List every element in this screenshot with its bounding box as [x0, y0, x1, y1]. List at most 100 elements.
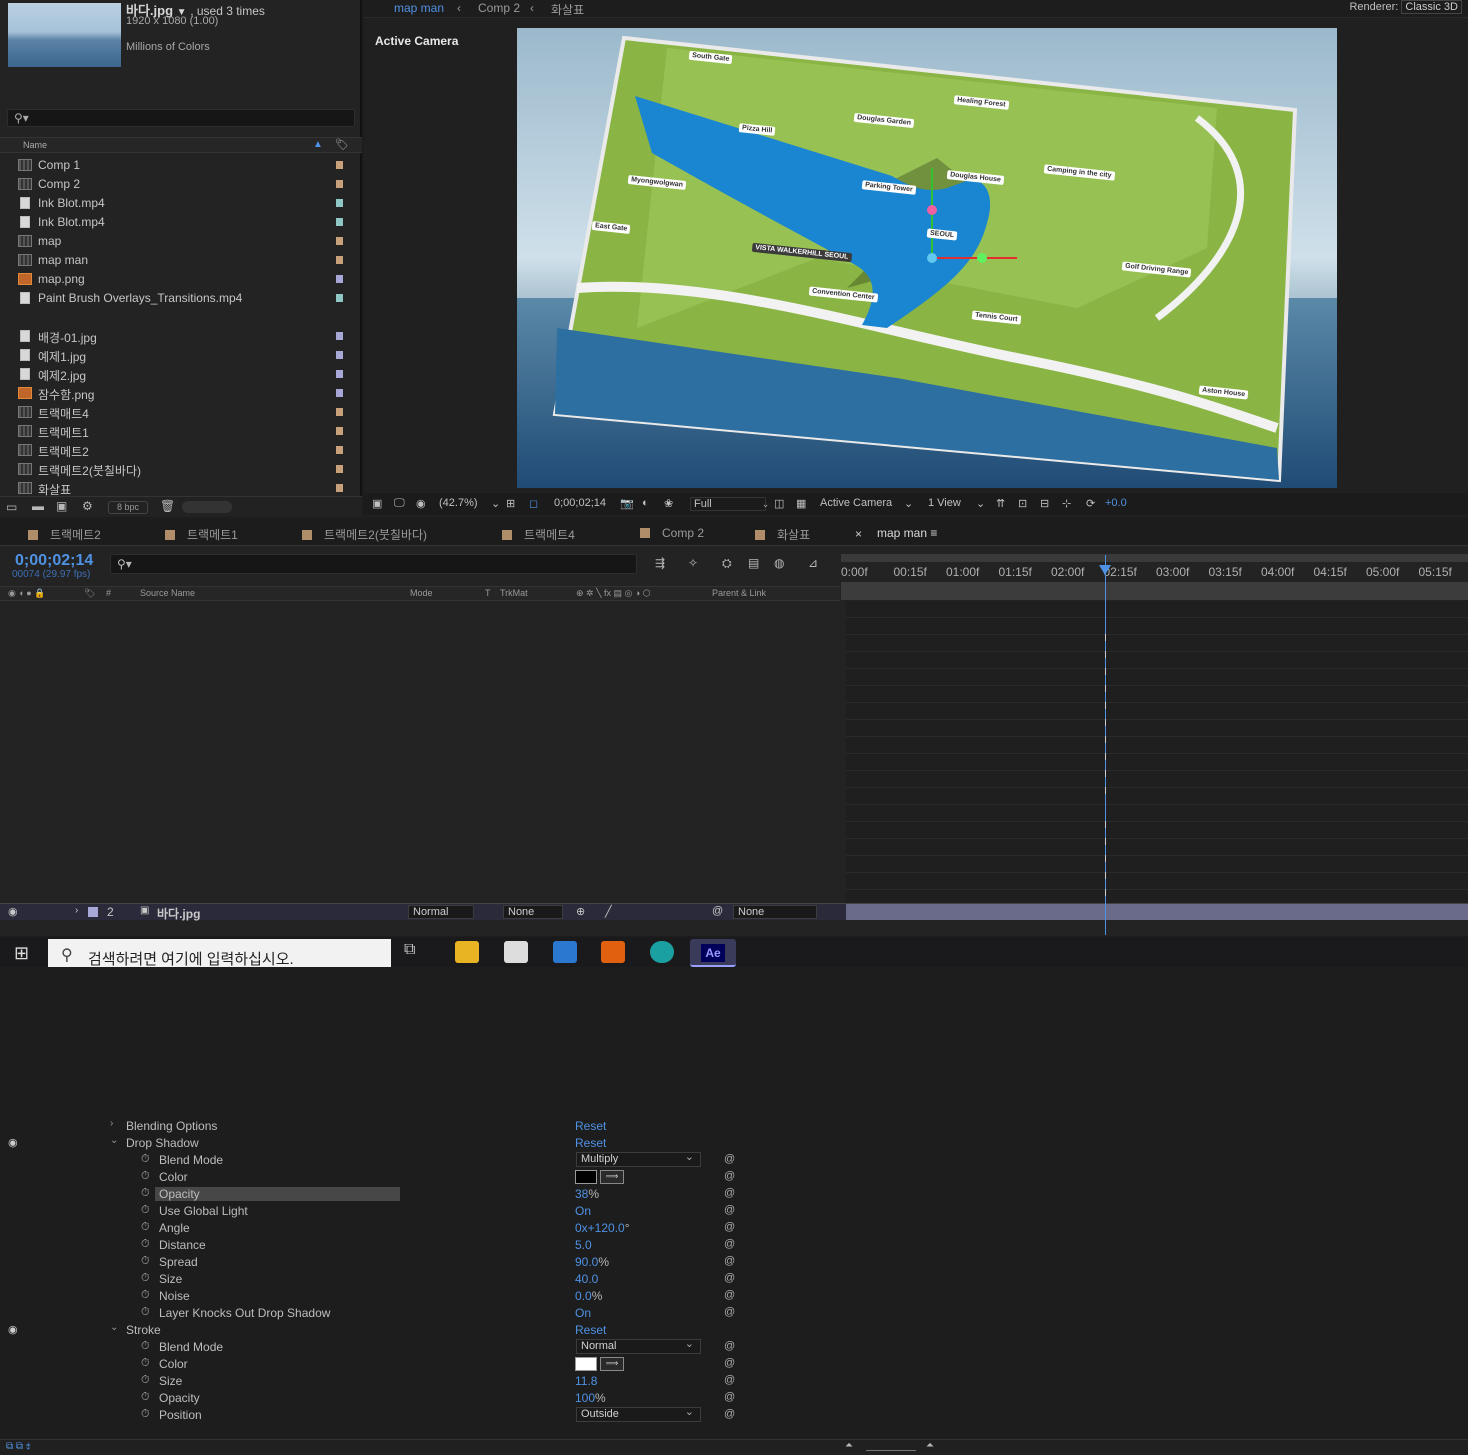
anchor-point[interactable] — [927, 253, 937, 263]
chevron-left-icon[interactable]: ‹ — [457, 1, 461, 15]
project-item[interactable]: 트랙메트1 — [0, 422, 344, 441]
project-item[interactable]: 트랙메트2 — [0, 441, 344, 460]
region-of-interest-icon[interactable]: ◫ — [774, 497, 784, 510]
edge-icon[interactable] — [650, 941, 674, 963]
property-name[interactable]: Color — [159, 1357, 188, 1371]
property-value[interactable]: 5.0 — [575, 1238, 592, 1252]
pick-whip-icon[interactable]: @ — [724, 1306, 735, 1318]
keyframe-marker[interactable]: I — [1102, 854, 1109, 865]
delete-icon[interactable]: 🗑 — [160, 499, 175, 513]
project-settings-icon[interactable]: ⚙ — [82, 499, 93, 513]
chevron-down-icon[interactable]: ⌄ — [110, 1322, 118, 1333]
property-name[interactable]: Blend Mode — [159, 1153, 223, 1167]
stopwatch-icon[interactable]: ⏱ — [141, 1153, 150, 1166]
monitor-icon[interactable]: 🖵 — [394, 497, 405, 510]
property-name[interactable]: Size — [159, 1374, 182, 1388]
shy-icon[interactable]: ⛭ — [722, 556, 732, 571]
project-item[interactable]: map.png — [0, 270, 344, 289]
label-color-swatch[interactable] — [336, 180, 343, 188]
after-effects-app[interactable]: Ae — [690, 939, 736, 967]
property-row[interactable]: ⏱ Size 40.0 @ — [0, 1271, 840, 1288]
pick-whip-icon[interactable]: @ — [724, 1272, 735, 1284]
work-area-bar[interactable] — [841, 554, 1468, 562]
bit-depth-button[interactable]: 8 bpc — [108, 501, 148, 514]
property-row[interactable]: ⏱ Distance 5.0 @ — [0, 1237, 840, 1254]
layer-label-color[interactable] — [88, 907, 98, 917]
column-name[interactable]: Name — [23, 140, 47, 150]
property-name[interactable]: Spread — [159, 1255, 198, 1269]
property-name[interactable]: Drop Shadow — [126, 1136, 199, 1150]
layer-mode-select[interactable]: Normal — [408, 905, 474, 919]
exposure-value[interactable]: +0.0 — [1105, 497, 1127, 509]
file-explorer-icon[interactable] — [455, 941, 479, 963]
timeline-search-input[interactable]: ⚲▾ — [110, 554, 637, 574]
property-row[interactable]: ⏱ Size 11.8 @ — [0, 1373, 840, 1390]
label-tag-icon[interactable]: 🏷 — [84, 588, 95, 599]
label-color-swatch[interactable] — [336, 294, 343, 302]
pick-whip-icon[interactable]: @ — [724, 1204, 735, 1216]
property-name[interactable]: Opacity — [159, 1391, 200, 1405]
label-color-swatch[interactable] — [336, 161, 343, 169]
property-value[interactable]: 0.0% — [575, 1289, 602, 1303]
pick-whip-icon[interactable]: @ — [724, 1374, 735, 1386]
project-item[interactable]: Paint Brush Overlays_Transitions.mp4 — [0, 289, 344, 308]
stopwatch-icon[interactable]: ⏱ — [141, 1374, 150, 1387]
timeline-tab[interactable]: 트랙메트1 — [165, 526, 238, 543]
keyframe-marker[interactable]: I — [1102, 871, 1109, 882]
label-color-swatch[interactable] — [336, 465, 343, 473]
new-folder-icon[interactable]: ▬ — [32, 499, 44, 513]
property-row[interactable]: ⏱ Spread 90.0% @ — [0, 1254, 840, 1271]
thumbnail-size-slider[interactable] — [182, 501, 232, 513]
property-value[interactable]: 0x+120.0° — [575, 1221, 630, 1235]
layer-name[interactable]: 바다.jpg — [157, 905, 200, 922]
label-color-swatch[interactable] — [336, 408, 343, 416]
chevron-right-icon[interactable]: › — [75, 905, 78, 916]
composition-canvas[interactable]: Healing Forest Douglas Garden Pizza Hill Do… — [517, 28, 1337, 488]
label-color-swatch[interactable] — [336, 256, 343, 264]
timeline-tab[interactable]: × map man ≡ — [855, 526, 937, 541]
stopwatch-icon[interactable]: ⏱ — [141, 1340, 150, 1353]
pick-whip-icon[interactable]: @ — [724, 1340, 735, 1352]
stopwatch-icon[interactable]: ⏱ — [141, 1238, 150, 1251]
keyframe-marker[interactable]: I — [1102, 718, 1109, 729]
snapshot-icon[interactable]: 📷 — [620, 497, 634, 510]
label-color-swatch[interactable] — [336, 446, 343, 454]
property-row[interactable]: ⏱ Blend Mode Multiply @ — [0, 1150, 840, 1169]
property-value[interactable]: 40.0 — [575, 1272, 598, 1286]
3d-view-select[interactable]: Active Camera — [820, 497, 892, 509]
property-row[interactable]: ⏱ Opacity 38% @ — [0, 1186, 840, 1203]
project-item[interactable]: Comp 2 — [0, 175, 344, 194]
pick-whip-icon[interactable]: @ — [724, 1238, 735, 1250]
property-name[interactable]: Blend Mode — [159, 1340, 223, 1354]
label-color-swatch[interactable] — [336, 275, 343, 283]
chevron-right-icon[interactable]: › — [110, 1118, 113, 1129]
keyframe-marker[interactable]: I — [1102, 633, 1109, 644]
stopwatch-icon[interactable]: ⏱ — [141, 1289, 150, 1302]
property-name[interactable]: Color — [159, 1170, 188, 1184]
stopwatch-icon[interactable]: ⏱ — [141, 1408, 150, 1421]
pick-whip-icon[interactable]: @ — [724, 1289, 735, 1301]
label-color-swatch[interactable] — [336, 389, 343, 397]
channels-icon[interactable]: ❀ — [664, 497, 673, 510]
timeline-icon[interactable]: ⊟ — [1040, 497, 1049, 510]
property-value[interactable]: 38% — [575, 1187, 599, 1201]
store-icon[interactable] — [504, 941, 528, 963]
safe-zones-icon[interactable]: ⊞ — [506, 497, 515, 510]
t-column[interactable]: T — [485, 588, 491, 598]
keyframe-marker[interactable]: I — [1102, 820, 1109, 831]
pick-whip-icon[interactable]: @ — [724, 1255, 735, 1267]
property-dropdown[interactable]: Multiply — [576, 1150, 701, 1167]
label-color-swatch[interactable] — [336, 332, 343, 340]
stopwatch-icon[interactable]: ⏱ — [141, 1204, 150, 1217]
property-name[interactable]: Distance — [159, 1238, 206, 1252]
keyframe-marker[interactable]: I — [1102, 752, 1109, 763]
transparency-grid-icon[interactable]: ▦ — [796, 497, 806, 510]
stopwatch-icon[interactable]: ⏱ — [141, 1391, 150, 1404]
timeline-zoom-slider[interactable] — [866, 1441, 916, 1451]
stopwatch-icon[interactable]: ⏱ — [141, 1357, 150, 1370]
eye-icon[interactable]: ◉ — [8, 1136, 18, 1149]
gizmo-handle[interactable] — [927, 205, 937, 215]
color-swatch[interactable] — [575, 1170, 597, 1184]
stopwatch-icon[interactable]: ⏱ — [141, 1255, 150, 1268]
keyframe-marker[interactable]: I — [1102, 837, 1109, 848]
